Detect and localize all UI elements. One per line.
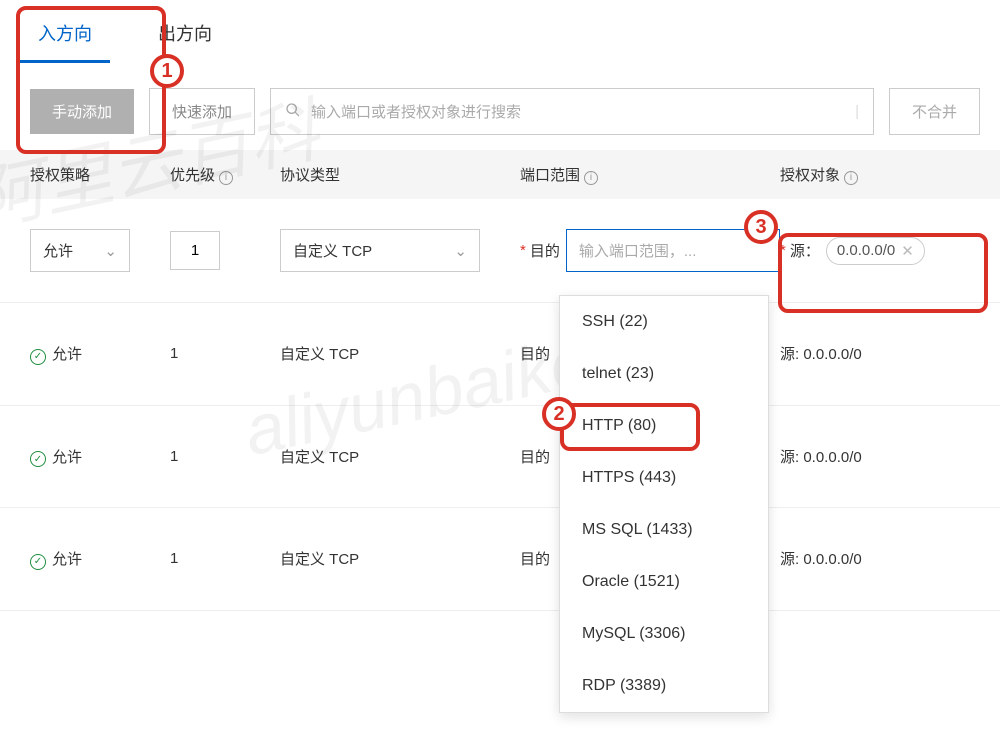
- chevron-down-icon: ⌄: [454, 242, 467, 260]
- dropdown-item-https[interactable]: HTTPS (443): [560, 452, 768, 504]
- dropdown-item-rdp[interactable]: RDP (3389): [560, 660, 768, 712]
- header-policy: 授权策略: [30, 164, 170, 185]
- priority-input[interactable]: [170, 231, 220, 270]
- close-icon[interactable]: ✕: [901, 242, 914, 260]
- table-header: 授权策略 优先级i 协议类型 端口范围i 授权对象i: [0, 150, 1000, 199]
- dropdown-item-ssh[interactable]: SSH (22): [560, 296, 768, 348]
- chevron-down-icon: ⌄: [104, 242, 117, 260]
- cell-priority: 1: [170, 448, 280, 465]
- search-icon: [285, 102, 301, 122]
- info-icon: i: [844, 171, 858, 185]
- cell-protocol: 自定义 TCP: [280, 548, 520, 569]
- quick-add-button[interactable]: 快速添加: [149, 88, 255, 135]
- search-input[interactable]: 输入端口或者授权对象进行搜索 |: [270, 88, 874, 135]
- table-row: ✓允许 1 自定义 TCP 目的 源: 0.0.0.0/0: [0, 508, 1000, 611]
- check-icon: ✓: [30, 349, 46, 365]
- rules-toolbar: 手动添加 快速添加 输入端口或者授权对象进行搜索 | 不合并: [0, 63, 1000, 150]
- cell-priority: 1: [170, 345, 280, 362]
- tab-outbound[interactable]: 出方向: [140, 10, 230, 63]
- protocol-select[interactable]: 自定义 TCP ⌄: [280, 229, 480, 272]
- port-range-input[interactable]: 输入端口范围，...: [566, 229, 780, 272]
- source-chip[interactable]: 0.0.0.0/0 ✕: [826, 237, 925, 265]
- cell-target: 源: 0.0.0.0/0: [780, 343, 980, 364]
- cell-policy: ✓允许: [30, 548, 170, 570]
- port-label: 目的: [530, 240, 560, 261]
- dropdown-item-telnet[interactable]: telnet (23): [560, 348, 768, 400]
- cell-protocol: 自定义 TCP: [280, 446, 520, 467]
- cell-protocol: 自定义 TCP: [280, 343, 520, 364]
- info-icon: i: [584, 171, 598, 185]
- cell-target: 源: 0.0.0.0/0: [780, 446, 980, 467]
- check-icon: ✓: [30, 554, 46, 570]
- search-divider: |: [855, 103, 859, 120]
- header-priority: 优先级i: [170, 164, 280, 185]
- manual-add-button[interactable]: 手动添加: [30, 89, 134, 134]
- port-dropdown: SSH (22) telnet (23) HTTP (80) HTTPS (44…: [559, 295, 769, 713]
- info-icon: i: [219, 171, 233, 185]
- search-placeholder: 输入端口或者授权对象进行搜索: [311, 101, 521, 122]
- table-row: ✓允许 1 自定义 TCP 目的 源: 0.0.0.0/0: [0, 406, 1000, 509]
- cell-priority: 1: [170, 550, 280, 567]
- cell-policy: ✓允许: [30, 343, 170, 365]
- dropdown-item-mysql[interactable]: MySQL (3306): [560, 608, 768, 660]
- edit-row: 允许 ⌄ 自定义 TCP ⌄ * 目的 输入端口范围，... * 源： 0.0.…: [0, 199, 1000, 303]
- required-marker: *: [780, 242, 786, 259]
- header-port: 端口范围i: [520, 164, 780, 185]
- table-row: ✓允许 1 自定义 TCP 目的 源: 0.0.0.0/0: [0, 303, 1000, 406]
- header-protocol: 协议类型: [280, 164, 520, 185]
- dropdown-item-http[interactable]: HTTP (80): [560, 400, 768, 452]
- tab-inbound[interactable]: 入方向: [20, 10, 110, 63]
- cell-target: 源: 0.0.0.0/0: [780, 548, 980, 569]
- dropdown-item-mssql[interactable]: MS SQL (1433): [560, 504, 768, 556]
- direction-tabs: 入方向 出方向: [0, 0, 1000, 63]
- policy-select[interactable]: 允许 ⌄: [30, 229, 130, 272]
- check-icon: ✓: [30, 451, 46, 467]
- required-marker: *: [520, 242, 526, 259]
- cell-policy: ✓允许: [30, 446, 170, 468]
- dropdown-item-oracle[interactable]: Oracle (1521): [560, 556, 768, 608]
- header-target: 授权对象i: [780, 164, 980, 185]
- merge-button[interactable]: 不合并: [889, 88, 980, 135]
- target-label: 源：: [790, 240, 820, 261]
